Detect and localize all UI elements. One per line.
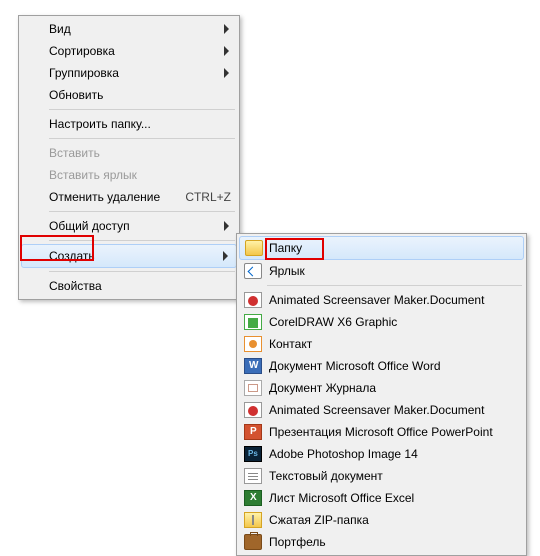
word-icon — [244, 357, 262, 375]
menu-item-refresh[interactable]: Обновить — [21, 84, 237, 106]
menu-label: Настроить папку... — [49, 117, 231, 131]
submenu-label: Adobe Photoshop Image 14 — [269, 447, 518, 461]
contact-icon — [244, 335, 262, 353]
menu-item-share[interactable]: Общий доступ — [21, 215, 237, 237]
chevron-right-icon — [223, 251, 228, 261]
menu-item-group[interactable]: Группировка — [21, 62, 237, 84]
submenu-label: Контакт — [269, 337, 518, 351]
menu-item-customize-folder[interactable]: Настроить папку... — [21, 113, 237, 135]
briefcase-icon — [244, 533, 262, 551]
submenu-label: Animated Screensaver Maker.Document — [269, 403, 518, 417]
submenu-item-contact[interactable]: Контакт — [239, 333, 524, 355]
menu-label: Вставить — [49, 146, 231, 160]
menu-separator — [49, 271, 235, 272]
document-icon — [244, 401, 262, 419]
menu-separator — [49, 240, 235, 241]
document-icon — [244, 291, 262, 309]
submenu-item-briefcase[interactable]: Портфель — [239, 531, 524, 553]
excel-icon — [244, 489, 262, 507]
menu-item-paste: Вставить — [21, 142, 237, 164]
photoshop-icon — [244, 445, 262, 463]
text-icon — [244, 467, 262, 485]
submenu-label: Презентация Microsoft Office PowerPoint — [269, 425, 518, 439]
menu-label: Создать — [49, 249, 231, 263]
menu-item-view[interactable]: Вид — [21, 18, 237, 40]
shortcut-icon — [244, 262, 262, 280]
submenu-item-powerpoint[interactable]: Презентация Microsoft Office PowerPoint — [239, 421, 524, 443]
submenu-label: CorelDRAW X6 Graphic — [269, 315, 518, 329]
menu-item-undo-delete[interactable]: Отменить удаление CTRL+Z — [21, 186, 237, 208]
menu-label: Обновить — [49, 88, 231, 102]
submenu-label: Ярлык — [269, 264, 518, 278]
menu-label: Свойства — [49, 279, 231, 293]
submenu-item-asm-doc2[interactable]: Animated Screensaver Maker.Document — [239, 399, 524, 421]
menu-item-paste-shortcut: Вставить ярлык — [21, 164, 237, 186]
submenu-label: Текстовый документ — [269, 469, 518, 483]
submenu-item-excel[interactable]: Лист Microsoft Office Excel — [239, 487, 524, 509]
submenu-item-journal[interactable]: Документ Журнала — [239, 377, 524, 399]
menu-label: Группировка — [49, 66, 231, 80]
menu-label: Сортировка — [49, 44, 231, 58]
submenu-item-folder[interactable]: Папку — [239, 236, 524, 260]
zip-icon — [244, 511, 262, 529]
menu-label: Вставить ярлык — [49, 168, 231, 182]
submenu-item-text[interactable]: Текстовый документ — [239, 465, 524, 487]
create-submenu[interactable]: Папку Ярлык Animated Screensaver Maker.D… — [236, 233, 527, 556]
submenu-item-photoshop[interactable]: Adobe Photoshop Image 14 — [239, 443, 524, 465]
powerpoint-icon — [244, 423, 262, 441]
menu-separator — [267, 285, 522, 286]
menu-separator — [49, 109, 235, 110]
chevron-right-icon — [224, 68, 229, 78]
submenu-item-coreldraw[interactable]: CorelDRAW X6 Graphic — [239, 311, 524, 333]
menu-label: Общий доступ — [49, 219, 231, 233]
submenu-item-zip[interactable]: Сжатая ZIP-папка — [239, 509, 524, 531]
submenu-label: Портфель — [269, 535, 518, 549]
chevron-right-icon — [224, 24, 229, 34]
submenu-label: Папку — [269, 241, 518, 255]
submenu-label: Документ Журнала — [269, 381, 518, 395]
submenu-label: Лист Microsoft Office Excel — [269, 491, 518, 505]
submenu-label: Animated Screensaver Maker.Document — [269, 293, 518, 307]
menu-item-properties[interactable]: Свойства — [21, 275, 237, 297]
submenu-item-word[interactable]: Документ Microsoft Office Word — [239, 355, 524, 377]
context-menu[interactable]: Вид Сортировка Группировка Обновить Наст… — [18, 15, 240, 300]
menu-label: Вид — [49, 22, 231, 36]
menu-separator — [49, 138, 235, 139]
menu-shortcut: CTRL+Z — [185, 190, 231, 204]
menu-separator — [49, 211, 235, 212]
submenu-item-asm-doc[interactable]: Animated Screensaver Maker.Document — [239, 289, 524, 311]
menu-label: Отменить удаление — [49, 190, 165, 204]
menu-item-create[interactable]: Создать — [21, 244, 237, 268]
journal-icon — [244, 379, 262, 397]
chevron-right-icon — [224, 221, 229, 231]
submenu-label: Сжатая ZIP-папка — [269, 513, 518, 527]
chevron-right-icon — [224, 46, 229, 56]
submenu-label: Документ Microsoft Office Word — [269, 359, 518, 373]
submenu-item-shortcut[interactable]: Ярлык — [239, 260, 524, 282]
coreldraw-icon — [244, 313, 262, 331]
menu-item-sort[interactable]: Сортировка — [21, 40, 237, 62]
folder-icon — [245, 239, 263, 257]
